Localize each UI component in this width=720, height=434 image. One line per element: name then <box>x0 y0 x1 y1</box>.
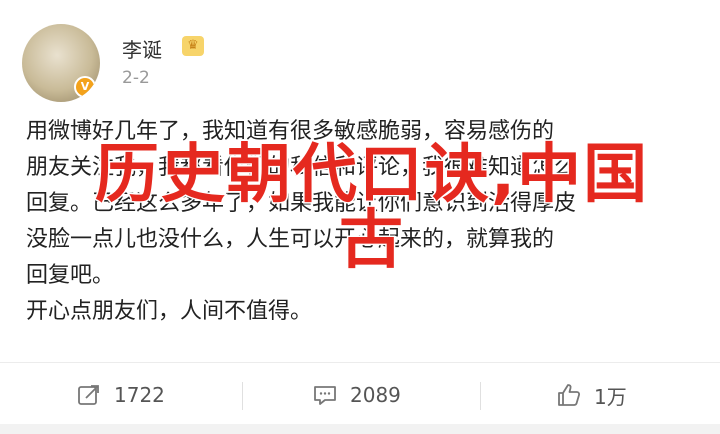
repost-count: 1722 <box>114 383 165 407</box>
username[interactable]: 李诞 <box>122 34 162 63</box>
comment-count: 2089 <box>350 383 401 407</box>
bottom-spacer <box>0 424 720 434</box>
overlay-caption: 历史朝代口诀,中国 古 <box>42 138 702 278</box>
post-line: 开心点朋友们，人间不值得。 <box>26 299 313 324</box>
repost-icon <box>78 385 99 405</box>
comment-button[interactable]: 2089 <box>312 380 401 410</box>
verified-v-icon: V <box>74 76 96 98</box>
repost-button[interactable]: 1722 <box>76 380 165 410</box>
like-count: 1万 <box>594 384 627 409</box>
thumbs-up-icon <box>558 384 581 406</box>
overlay-line-2: 古 <box>338 204 405 278</box>
action-separator <box>480 382 481 410</box>
avatar[interactable]: V <box>22 24 100 102</box>
like-button[interactable]: 1万 <box>556 380 627 410</box>
post-time: 2-2 <box>122 68 150 88</box>
crown-icon: ♛ <box>182 36 204 56</box>
comment-icon <box>314 386 336 405</box>
action-separator <box>242 382 243 410</box>
overlay-line-1: 历史朝代口诀,中国 <box>93 138 650 212</box>
divider <box>0 362 720 363</box>
